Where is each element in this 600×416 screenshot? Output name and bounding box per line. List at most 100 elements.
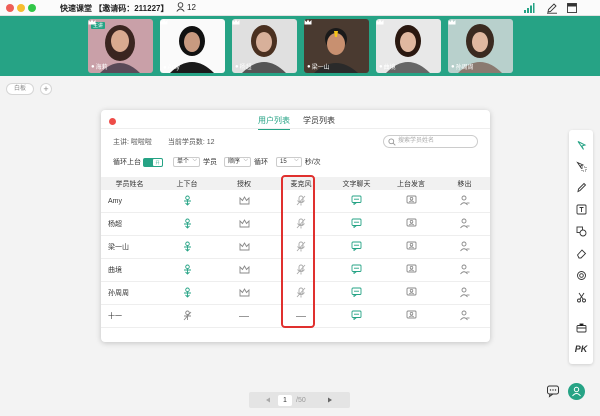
crown-icon[interactable] xyxy=(239,264,250,276)
tab-student-list[interactable]: 学员列表 xyxy=(303,115,335,126)
speak-icon[interactable] xyxy=(406,241,417,253)
mic-on-icon: ● xyxy=(451,63,455,70)
crown-icon xyxy=(376,19,384,25)
user-avatar-icon xyxy=(572,386,581,397)
tile-name: ● 曲境 xyxy=(379,63,396,72)
shape-icon[interactable] xyxy=(574,224,588,238)
auth-none-dash xyxy=(239,315,249,317)
chat-icon[interactable] xyxy=(351,241,362,253)
eraser-icon[interactable] xyxy=(574,246,588,260)
search-input[interactable]: 搜索学员姓名 xyxy=(383,135,478,148)
rotation-controls: 循环上台 开 单个 学员 顺序 循环 15 秒/次 xyxy=(113,156,321,168)
stage-up-icon[interactable] xyxy=(182,287,193,300)
remove-user-icon[interactable] xyxy=(459,241,470,254)
speak-icon[interactable] xyxy=(406,287,417,299)
speak-icon[interactable] xyxy=(406,310,417,322)
drawing-toolbar: PK xyxy=(569,130,593,364)
page-navigator: 1 /50 xyxy=(249,392,350,408)
tab-user-list[interactable]: 用户列表 xyxy=(258,115,290,130)
edit-icon[interactable] xyxy=(546,2,558,14)
signal-icon xyxy=(524,3,535,13)
student-name: 杨超 xyxy=(108,221,122,228)
crown-icon xyxy=(232,19,240,25)
per-select[interactable]: 单个 xyxy=(173,156,201,167)
video-tile[interactable]: 主讲 ● 海莉 xyxy=(88,19,153,73)
stage-down-icon[interactable] xyxy=(182,310,193,323)
student-name: 十一 xyxy=(108,313,122,320)
user-count-value: 12 xyxy=(187,2,196,12)
remove-user-icon[interactable] xyxy=(459,195,470,208)
tile-name: ● 梁一山 xyxy=(307,63,330,72)
cursor-icon[interactable] xyxy=(574,138,588,152)
next-page-icon[interactable] xyxy=(327,397,333,403)
dialog-close-button[interactable] xyxy=(109,118,116,125)
remove-user-icon[interactable] xyxy=(459,264,470,277)
stage-up-icon[interactable] xyxy=(182,218,193,231)
crown-icon xyxy=(88,19,96,25)
window-close-button[interactable] xyxy=(6,4,14,12)
tile-name: ● 杨超 xyxy=(235,63,252,72)
crown-icon xyxy=(448,19,456,25)
user-count[interactable]: 12 xyxy=(176,2,196,12)
exit-icon[interactable] xyxy=(566,2,578,14)
toolbox-icon[interactable] xyxy=(574,320,588,334)
prev-page-icon[interactable] xyxy=(265,397,271,403)
mic-on-icon: ● xyxy=(91,63,95,70)
chat-icon[interactable] xyxy=(546,384,560,398)
stage-up-icon[interactable] xyxy=(182,241,193,254)
student-name: 梁一山 xyxy=(108,244,129,251)
student-name: 孙周周 xyxy=(108,290,129,297)
scissors-icon[interactable] xyxy=(574,290,588,304)
video-tile[interactable]: ● 孙周周 xyxy=(448,19,513,73)
rotation-label: 循环上台 xyxy=(113,159,141,166)
chat-icon[interactable] xyxy=(351,264,362,276)
crown-icon[interactable] xyxy=(239,195,250,207)
video-tile[interactable]: ● 杨超 xyxy=(232,19,297,73)
student-name: 曲境 xyxy=(108,267,122,274)
order-select[interactable]: 顺序 xyxy=(224,156,252,167)
video-tile[interactable]: ● 梁一山 xyxy=(304,19,369,73)
remove-user-icon[interactable] xyxy=(459,218,470,231)
mic-on-icon: ● xyxy=(307,63,311,70)
avatar[interactable] xyxy=(568,383,585,400)
whiteboard-tab[interactable]: 白板 xyxy=(6,83,34,95)
window-title: 快速课堂 【邀请码：211227】 xyxy=(60,4,169,13)
chat-icon[interactable] xyxy=(351,287,362,299)
video-tile[interactable]: ● 曲境 xyxy=(376,19,441,73)
select-icon[interactable] xyxy=(574,159,588,173)
crown-icon[interactable] xyxy=(239,218,250,230)
search-icon xyxy=(388,138,396,146)
pen-icon[interactable] xyxy=(574,180,588,194)
mic-on-icon: ● xyxy=(235,63,239,70)
speak-icon[interactable] xyxy=(406,218,417,230)
current-page-input[interactable]: 1 xyxy=(278,394,292,406)
chat-icon[interactable] xyxy=(351,218,362,230)
laser-icon[interactable] xyxy=(574,268,588,282)
stage-up-icon[interactable] xyxy=(182,264,193,277)
video-tile[interactable]: ● Amy xyxy=(160,19,225,73)
crown-icon[interactable] xyxy=(239,287,250,299)
crown-icon[interactable] xyxy=(239,241,250,253)
remove-user-icon[interactable] xyxy=(459,310,470,323)
pk-icon[interactable]: PK xyxy=(574,342,588,356)
window-minimize-button[interactable] xyxy=(17,4,25,12)
teacher-name: 啦啦啦 xyxy=(130,139,152,146)
chat-icon[interactable] xyxy=(351,195,362,207)
stage-up-icon[interactable] xyxy=(182,195,193,208)
speak-icon[interactable] xyxy=(406,264,417,276)
total-pages: /50 xyxy=(296,396,306,404)
interval-select[interactable]: 15 xyxy=(276,156,302,167)
whiteboard-tabbar: 白板 + xyxy=(0,76,600,100)
window-maximize-button[interactable] xyxy=(28,4,36,12)
mic-on-icon: ● xyxy=(379,63,383,70)
class-info: 主讲: 啦啦啦 当前学员数: 12 xyxy=(113,139,215,146)
crown-icon xyxy=(304,19,312,25)
chat-icon[interactable] xyxy=(351,310,362,322)
add-whiteboard-button[interactable]: + xyxy=(40,83,52,95)
text-icon[interactable] xyxy=(574,202,588,216)
speak-icon[interactable] xyxy=(406,195,417,207)
crown-icon xyxy=(160,19,168,25)
rotation-toggle[interactable]: 开 xyxy=(143,157,163,167)
search-placeholder: 搜索学员姓名 xyxy=(398,138,435,144)
remove-user-icon[interactable] xyxy=(459,287,470,300)
